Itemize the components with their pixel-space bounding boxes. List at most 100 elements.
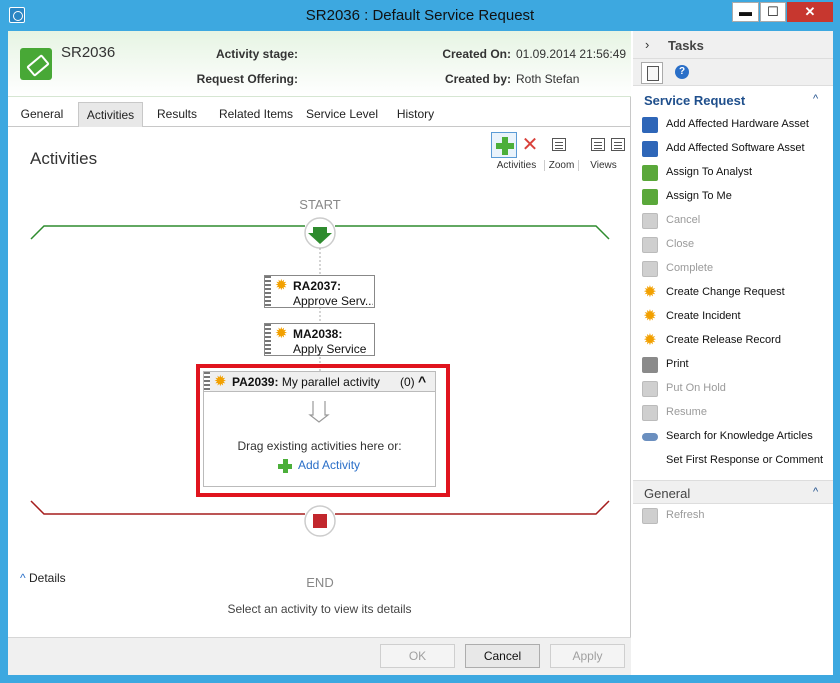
tasks-tabs [633, 59, 833, 86]
add-activity-link[interactable]: Add Activity [298, 458, 360, 472]
client-area: SR2036 Activity stage: Request Offering:… [8, 31, 833, 675]
activities-group-label: Activities [496, 160, 537, 171]
parallel-activity-icon: ✹ [214, 373, 227, 390]
task-put-on-hold[interactable]: Put On Hold [642, 379, 830, 399]
task-search-knowledge-articles[interactable]: Search for Knowledge Articles [642, 427, 830, 447]
task-create-release-record[interactable]: ✹ Create Release Record [642, 331, 830, 351]
tasks-header[interactable]: › Tasks [633, 31, 833, 59]
task-label: Create Incident [666, 310, 741, 322]
drag-hint: Drag existing activities here or: [237, 439, 402, 453]
activity-id: RA2037: [293, 279, 342, 293]
details-toggle[interactable]: ^ Details [20, 571, 66, 585]
activity-count: (0) [400, 375, 415, 389]
manual-activity-icon: ✹ [275, 325, 288, 342]
sun-icon: ✹ [643, 308, 657, 325]
task-refresh[interactable]: Refresh [642, 506, 830, 526]
tab-service-level[interactable]: Service Level [305, 102, 379, 127]
created-by-label: Created by: [444, 72, 511, 86]
activity-ma2038[interactable]: ✹ MA2038: Apply Service [264, 323, 375, 356]
tab-general[interactable]: General [14, 102, 70, 127]
zoom-icon [552, 138, 566, 151]
zoom-button[interactable] [546, 132, 572, 158]
task-complete[interactable]: Complete [642, 259, 830, 279]
drag-grip[interactable] [265, 324, 271, 355]
form-pane: SR2036 Activity stage: Request Offering:… [8, 31, 631, 675]
task-assign-to-me[interactable]: Assign To Me [642, 187, 830, 207]
tab-results[interactable]: Results [150, 102, 204, 127]
remove-activity-button[interactable]: ✕ [517, 132, 543, 158]
task-close[interactable]: Close [642, 235, 830, 255]
end-line-right [335, 500, 610, 515]
task-label: Put On Hold [666, 382, 726, 394]
plus-icon [278, 459, 292, 473]
list-view-icon [611, 138, 625, 151]
service-request-section-title[interactable]: Service Request [644, 93, 745, 108]
created-on-label: Created On: [442, 47, 511, 61]
task-resume[interactable]: Resume [642, 403, 830, 423]
parallel-activity-id: PA2039: [232, 375, 279, 389]
minimize-button[interactable]: ▬ [732, 2, 759, 22]
page-title: Activities [30, 149, 98, 168]
ok-button[interactable]: OK [380, 644, 455, 668]
activity-stage-label: Activity stage: [215, 47, 298, 61]
start-line-left [30, 225, 305, 240]
activities-toolbar: ✕ Activities Zoom Views [489, 132, 628, 173]
sun-icon: ✹ [643, 332, 657, 349]
chevron-up-icon[interactable]: ^ [813, 486, 818, 498]
task-create-incident[interactable]: ✹ Create Incident [642, 307, 830, 327]
view-list-button[interactable] [605, 132, 631, 158]
chevron-right-icon[interactable]: › [645, 37, 649, 52]
title-bar[interactable]: SR2036 : Default Service Request ▬ ☐ ✕ [0, 0, 840, 30]
task-label: Add Affected Software Asset [666, 142, 805, 154]
task-assign-to-analyst[interactable]: Assign To Analyst [642, 163, 830, 183]
flow-view-icon [591, 138, 605, 151]
task-label: Complete [666, 262, 714, 274]
chevron-up-icon[interactable]: ^ [418, 373, 426, 389]
task-label: Cancel [666, 214, 701, 226]
chevron-up-icon[interactable]: ^ [813, 93, 818, 105]
details-placeholder: Select an activity to view its details [227, 602, 412, 616]
add-activity-button[interactable] [491, 132, 517, 158]
complete-icon [642, 261, 658, 277]
task-label: Search for Knowledge Articles [666, 430, 813, 442]
parallel-activity[interactable]: ✹ PA2039: My parallel activity (0) ^ Dra… [203, 371, 436, 487]
task-label: Assign To Me [666, 190, 732, 202]
drag-grip[interactable] [204, 372, 210, 391]
help-icon[interactable] [671, 62, 693, 84]
task-print[interactable]: Print [642, 355, 830, 375]
activity-title: Apply Service [293, 342, 367, 356]
tab-activities[interactable]: Activities [78, 102, 143, 127]
stop-icon [313, 514, 327, 528]
assign-icon [642, 165, 658, 181]
task-set-first-response[interactable]: Set First Response or Comment [642, 451, 830, 471]
drag-grip[interactable] [265, 276, 271, 307]
tasks-pane: › Tasks Service Request ^ Add Affected H… [633, 31, 833, 675]
cancel-button[interactable]: Cancel [465, 644, 540, 668]
task-add-hardware-asset[interactable]: Add Affected Hardware Asset [642, 115, 830, 135]
task-label: Create Change Request [666, 286, 785, 298]
general-section-header[interactable]: General ^ [633, 480, 833, 504]
apply-button[interactable]: Apply [550, 644, 625, 668]
software-icon [642, 141, 658, 157]
maximize-button[interactable]: ☐ [760, 2, 786, 22]
window-frame: SR2036 : Default Service Request ▬ ☐ ✕ S… [0, 0, 840, 683]
details-label: Details [28, 571, 66, 585]
task-label: Add Affected Hardware Asset [666, 118, 809, 130]
tab-history[interactable]: History [388, 102, 443, 127]
activity-id: MA2038: [293, 327, 343, 341]
task-create-change-request[interactable]: ✹ Create Change Request [642, 283, 830, 303]
task-add-software-asset[interactable]: Add Affected Software Asset [642, 139, 830, 159]
hardware-icon [642, 117, 658, 133]
task-label: Resume [666, 406, 707, 418]
sun-icon: ✹ [643, 284, 657, 301]
parallel-activity-header[interactable]: ✹ PA2039: My parallel activity (0) ^ [204, 372, 435, 392]
tab-related-items[interactable]: Related Items [213, 102, 299, 127]
close-window-button[interactable]: ✕ [787, 2, 833, 22]
task-label: Set First Response or Comment [666, 454, 824, 466]
clipboard-icon[interactable] [641, 62, 663, 84]
task-cancel[interactable]: Cancel [642, 211, 830, 231]
activity-ra2037[interactable]: ✹ RA2037: Approve Serv... [264, 275, 375, 308]
start-label: START [299, 197, 340, 212]
end-label: END [306, 575, 333, 590]
zoom-group-label: Zoom [544, 160, 578, 171]
